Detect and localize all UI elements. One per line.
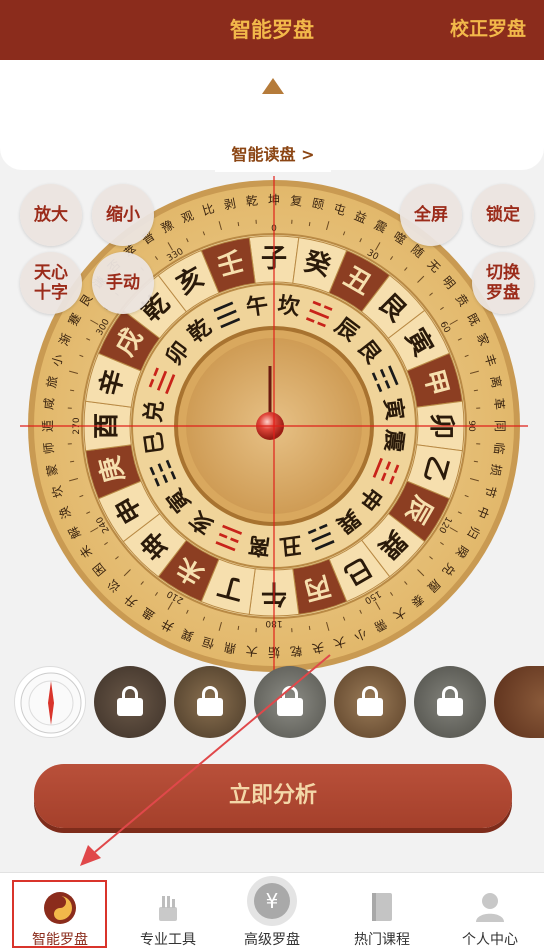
tab-hot-courses[interactable]: 热门课程 (328, 873, 436, 950)
tab-advanced-compass[interactable]: ¥ 高级罗盘 (218, 873, 326, 950)
tab-label: 个人中心 (462, 932, 518, 948)
tools-icon (159, 896, 177, 921)
svg-text:¥: ¥ (266, 889, 279, 913)
tab-label: 高级罗盘 (244, 932, 300, 948)
tab-label: 热门课程 (354, 932, 410, 948)
book-icon (372, 893, 392, 921)
tab-pro-tools[interactable]: 专业工具 (114, 873, 222, 950)
tab-label: 专业工具 (140, 932, 196, 948)
person-icon (476, 893, 504, 922)
guide-arrow (80, 654, 331, 866)
tab-profile[interactable]: 个人中心 (436, 873, 544, 950)
tab-highlight-box (12, 880, 107, 948)
yuan-coin-icon: ¥ (247, 876, 297, 926)
